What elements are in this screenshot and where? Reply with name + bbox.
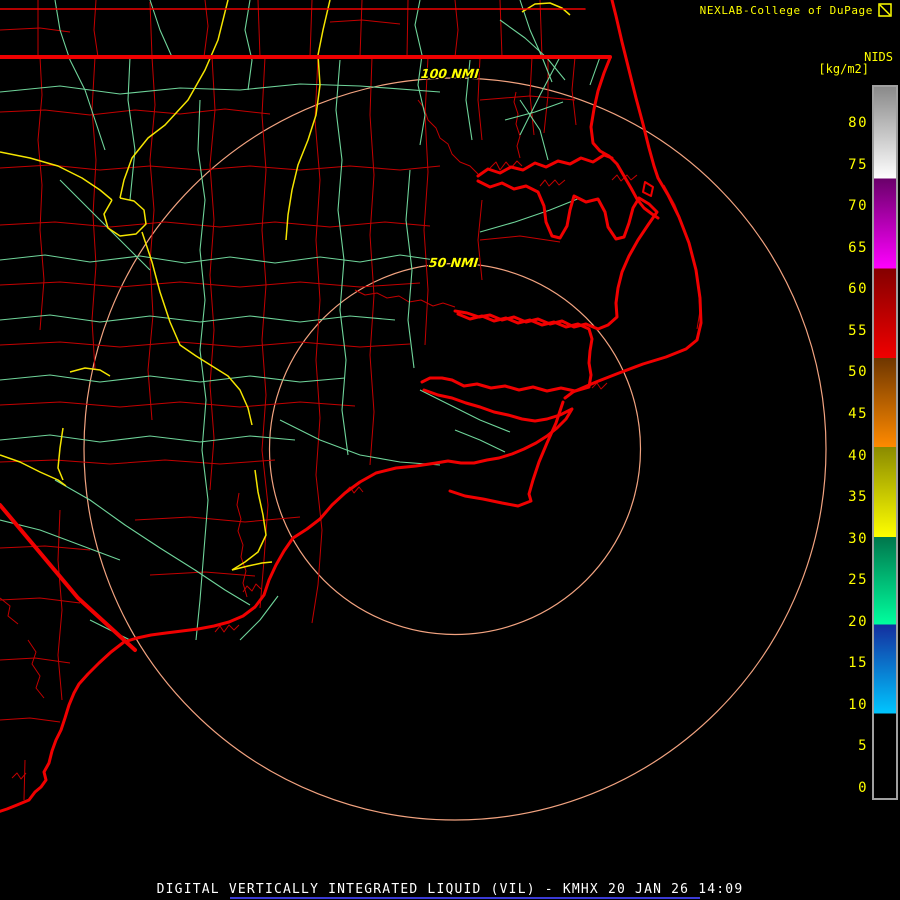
footer-underline xyxy=(230,897,700,899)
color-scale-bar xyxy=(872,85,898,800)
header: NEXLAB-College of DuPage xyxy=(700,3,892,17)
product-caption: DIGITAL VERTICALLY INTEGRATED LIQUID (VI… xyxy=(156,882,744,897)
range-ring-100nmi xyxy=(83,77,827,821)
page-title: NEXLAB-College of DuPage xyxy=(699,3,873,17)
county-lines-layer xyxy=(0,0,701,801)
radar-viewer: NEXLAB-College of DuPage NIDS [kg/m2] 80… xyxy=(0,0,900,900)
radar-map xyxy=(0,0,827,821)
range-ring-label-100nmi: 100 NMI xyxy=(420,66,480,81)
coastline-layer xyxy=(0,0,703,813)
range-rings xyxy=(83,77,827,821)
legend-unit-label: [kg/m2] xyxy=(818,62,869,76)
state-borders-layer xyxy=(0,8,612,652)
college-of-dupage-logo-icon xyxy=(878,3,892,17)
legend-gradient xyxy=(874,87,896,798)
nc-sc-border xyxy=(0,503,137,652)
range-ring-label-50nmi: 50 NMI xyxy=(428,255,480,270)
